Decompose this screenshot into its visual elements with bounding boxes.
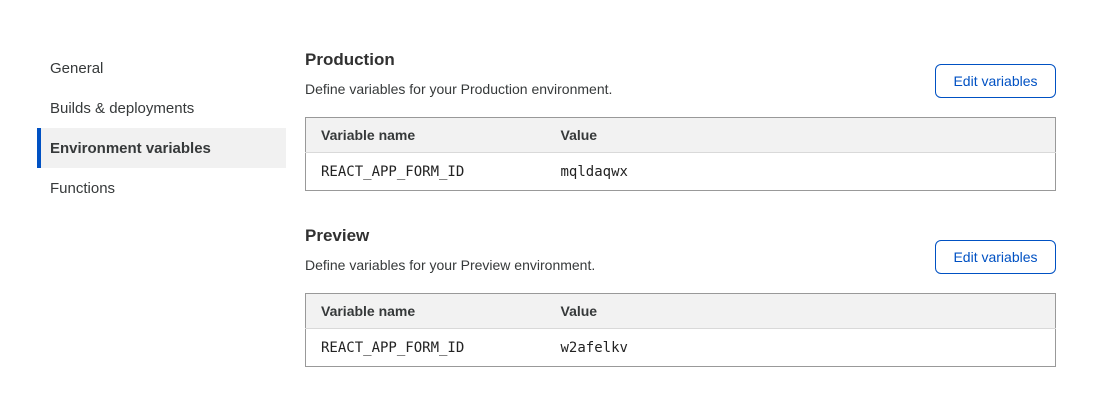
sidebar-item-label: Builds & deployments	[50, 100, 194, 117]
sidebar-item-environment-variables[interactable]: Environment variables	[37, 128, 286, 168]
sidebar-item-label: Environment variables	[50, 140, 211, 157]
column-header-variable-name: Variable name	[306, 294, 546, 329]
column-header-variable-name: Variable name	[306, 118, 546, 153]
preview-edit-variables-button[interactable]: Edit variables	[935, 240, 1056, 274]
table-header-row: Variable name Value	[306, 118, 1056, 153]
sidebar-item-general[interactable]: General	[37, 48, 286, 88]
variable-name-cell: REACT_APP_FORM_ID	[306, 329, 546, 367]
production-variables-table: Variable name Value REACT_APP_FORM_ID mq…	[305, 117, 1056, 191]
column-header-value: Value	[546, 294, 1056, 329]
table-header-row: Variable name Value	[306, 294, 1056, 329]
table-row: REACT_APP_FORM_ID mqldaqwx	[306, 153, 1056, 191]
sidebar-item-builds-deployments[interactable]: Builds & deployments	[37, 88, 286, 128]
sidebar-item-label: Functions	[50, 180, 115, 197]
settings-sidebar: General Builds & deployments Environment…	[37, 48, 286, 208]
column-header-value: Value	[546, 118, 1056, 153]
table-row: REACT_APP_FORM_ID w2afelkv	[306, 329, 1056, 367]
variable-value-cell: w2afelkv	[546, 329, 1056, 367]
preview-variables-table: Variable name Value REACT_APP_FORM_ID w2…	[305, 293, 1056, 367]
preview-section: Preview Define variables for your Previe…	[305, 226, 1056, 367]
environment-variables-panel: Production Define variables for your Pro…	[305, 50, 1056, 367]
variable-value-cell: mqldaqwx	[546, 153, 1056, 191]
sidebar-item-label: General	[50, 60, 103, 77]
sidebar-item-functions[interactable]: Functions	[37, 168, 286, 208]
production-edit-variables-button[interactable]: Edit variables	[935, 64, 1056, 98]
variable-name-cell: REACT_APP_FORM_ID	[306, 153, 546, 191]
production-section: Production Define variables for your Pro…	[305, 50, 1056, 191]
